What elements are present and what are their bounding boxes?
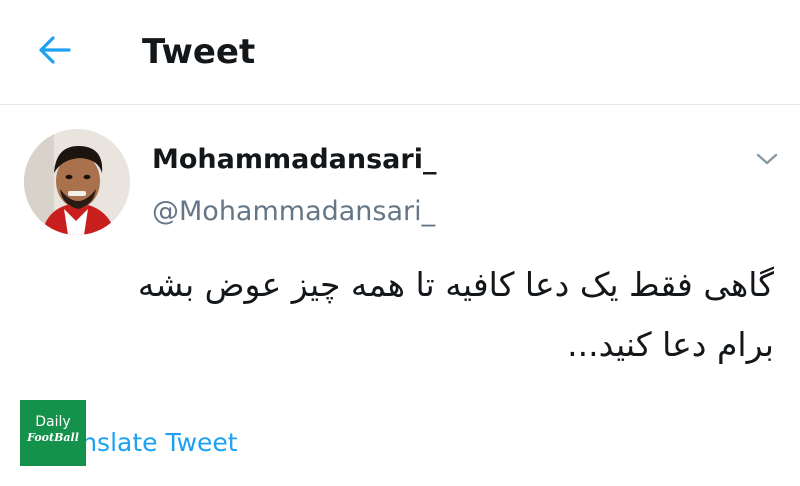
tweet-card: Mohammadansari_ @Mohammadansari_ گاهی فق… — [0, 105, 800, 486]
tweet-text-line: گاهی فقط یک دعا کافیه تا همه چیز عوض بشه — [137, 265, 774, 304]
watermark-line1: Daily — [35, 414, 71, 430]
chevron-down-icon — [756, 151, 778, 170]
avatar[interactable] — [24, 129, 130, 235]
page-title: Tweet — [142, 32, 256, 72]
display-name[interactable]: Mohammadansari_ — [152, 143, 436, 177]
arrow-left-icon — [36, 35, 72, 69]
app-header: Tweet — [0, 0, 800, 105]
watermark-logo: Daily FootBall — [20, 400, 86, 466]
back-button[interactable] — [28, 30, 80, 74]
tweet-options-button[interactable] — [750, 143, 784, 177]
user-handle[interactable]: @Mohammadansari_ — [152, 195, 435, 229]
watermark-line2: FootBall — [27, 431, 79, 444]
tweet-text-line: برام دعا کنید... — [567, 325, 774, 364]
tweet-text: گاهی فقط یک دعا کافیه تا همه چیز عوض بشه… — [14, 255, 774, 375]
